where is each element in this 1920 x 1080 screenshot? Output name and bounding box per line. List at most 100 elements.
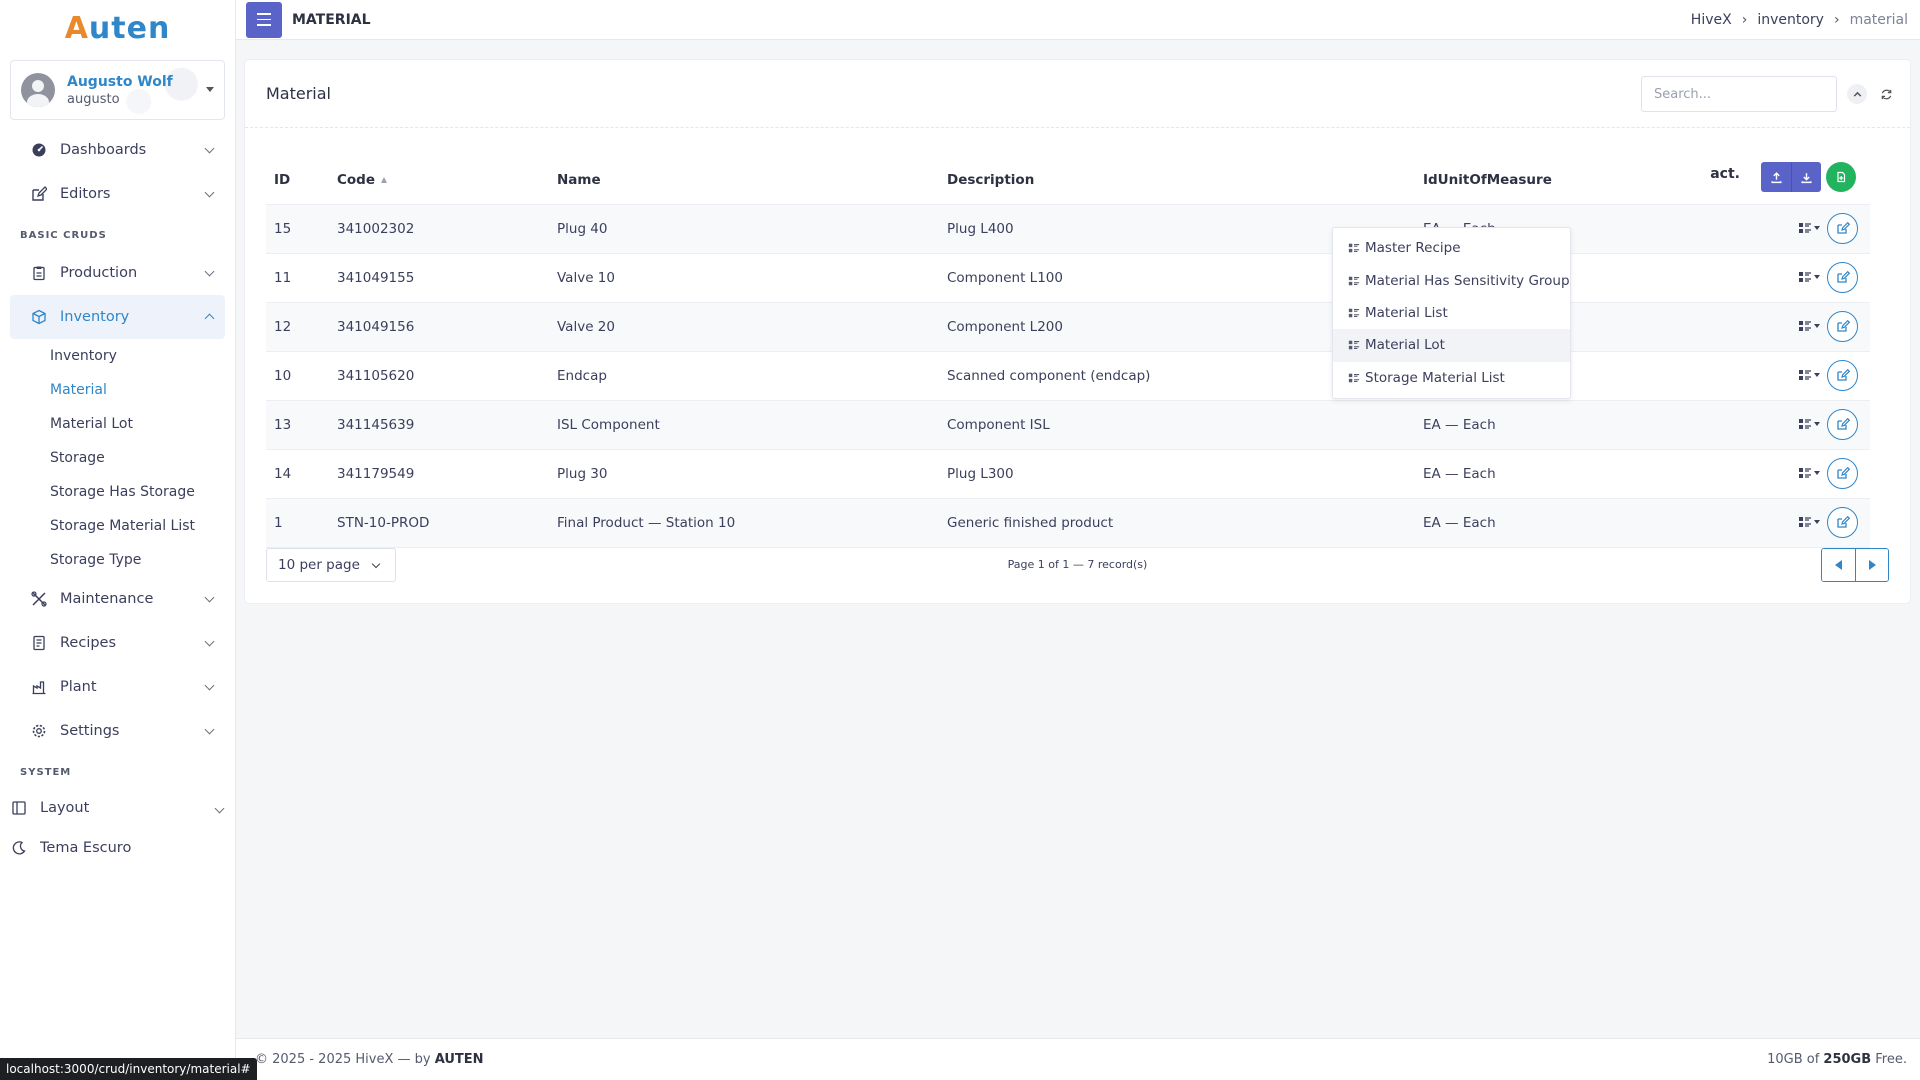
sidebar-item-settings[interactable]: Settings: [10, 709, 225, 753]
table-row[interactable]: 14 341179549 Plug 30 Plug L300 EA — Each: [266, 448, 1870, 498]
table-row[interactable]: 15341002302Plug 40Plug L400EA — Each: [266, 203, 1870, 253]
dark-theme-label: Tema Escuro: [40, 840, 132, 856]
cell-code: STN-10-PROD: [329, 497, 549, 548]
edit-icon: [1836, 368, 1850, 382]
gauge-icon: [30, 141, 48, 159]
cell-actions: [1710, 350, 1870, 400]
upload-button[interactable]: [1761, 162, 1791, 192]
sidebar-item-inventory[interactable]: Inventory: [10, 295, 225, 339]
dropdown-item[interactable]: Material Lot: [1333, 329, 1570, 362]
table-row[interactable]: 12341049156Valve 20Component L200EA — Ea…: [266, 301, 1870, 351]
dropdown-item[interactable]: Storage Material List: [1333, 362, 1570, 394]
table-row[interactable]: 11341049155Valve 10Component L100EA — Ea…: [266, 252, 1870, 302]
edit-button[interactable]: [1827, 212, 1858, 244]
sidebar-item-layout[interactable]: Layout: [0, 788, 235, 828]
edit-button[interactable]: [1827, 408, 1858, 440]
related-lists-button[interactable]: [1798, 515, 1820, 529]
sidebar-item-label: Layout: [40, 800, 90, 816]
edit-button[interactable]: [1827, 506, 1858, 538]
caret-down-icon: [1814, 323, 1820, 328]
column-header-label: Code: [337, 171, 376, 188]
storage-used: 10GB of: [1767, 1052, 1824, 1067]
sidebar-item-production[interactable]: Production: [10, 251, 225, 295]
edit-icon: [1836, 466, 1850, 480]
user-profile[interactable]: Augusto Wolf augusto: [10, 60, 225, 120]
column-header-uom[interactable]: IdUnitOfMeasure: [1415, 156, 1710, 204]
cell-code: 341145639: [329, 399, 549, 449]
sidebar-item-recipes[interactable]: Recipes: [10, 621, 225, 665]
table-row[interactable]: 1 STN-10-PROD Final Product — Station 10 Ge…: [266, 497, 1870, 548]
sidebar-item-dashboards[interactable]: Dashboards: [10, 128, 225, 172]
profile-name: Augusto Wolf: [67, 73, 173, 90]
triangle-right-icon: [1868, 560, 1876, 570]
column-header-name[interactable]: Name: [549, 156, 939, 204]
prev-page-button[interactable]: [1822, 549, 1855, 581]
cell-name: Plug 40: [549, 203, 939, 253]
refresh-icon: [1881, 89, 1891, 99]
sidebar-subitem-inventory[interactable]: Inventory: [0, 339, 235, 373]
refresh-button[interactable]: [1876, 84, 1896, 104]
next-page-button[interactable]: [1855, 549, 1888, 581]
related-lists-button[interactable]: [1798, 417, 1820, 431]
copyright: © 2025 - 2025 HiveX — by AUTEN: [255, 1052, 484, 1067]
related-lists-button[interactable]: [1798, 270, 1820, 284]
caret-down-icon: [1814, 274, 1820, 279]
logo[interactable]: Auten: [0, 0, 235, 56]
related-lists-button[interactable]: [1798, 221, 1820, 235]
dropdown-item-label: Material List: [1365, 304, 1448, 321]
breadcrumb-item[interactable]: HiveX: [1691, 12, 1732, 28]
sidebar-subitem-material[interactable]: Material: [0, 373, 235, 407]
sidebar-item-maintenance[interactable]: Maintenance: [10, 577, 225, 621]
edit-button[interactable]: [1827, 457, 1858, 489]
column-header-id[interactable]: ID: [266, 156, 329, 204]
breadcrumb: HiveX › inventory › material: [1691, 12, 1908, 28]
cell-code: 341179549: [329, 448, 549, 498]
menu-toggle-button[interactable]: [246, 1, 282, 38]
section-basic-cruds: BASIC CRUDS: [20, 230, 107, 241]
edit-button[interactable]: [1827, 359, 1858, 391]
cell-name: Plug 30: [549, 448, 939, 498]
sidebar-item-plant[interactable]: Plant: [10, 665, 225, 709]
dark-theme-toggle[interactable]: Tema Escuro: [0, 828, 235, 868]
breadcrumb-separator-icon: ›: [1833, 12, 1840, 28]
search-input[interactable]: [1641, 76, 1837, 112]
related-lists-button[interactable]: [1798, 368, 1820, 382]
list-icon: [1348, 307, 1365, 319]
dropdown-item-label: Storage Material List: [1365, 369, 1505, 386]
company-name[interactable]: AUTEN: [435, 1052, 484, 1067]
list-icon: [1348, 372, 1365, 384]
table-row[interactable]: 13 341145639 ISL Component Component ISL EA …: [266, 399, 1870, 449]
edit-button[interactable]: [1827, 261, 1858, 293]
caret-down-icon[interactable]: [206, 87, 214, 92]
column-header-description[interactable]: Description: [939, 156, 1415, 204]
cell-name: Endcap: [549, 350, 939, 400]
breadcrumb-item[interactable]: inventory: [1757, 12, 1824, 28]
sidebar-nav: Dashboards Editors BASIC CRUDS Productio…: [0, 128, 235, 868]
avatar: [21, 73, 55, 107]
dropdown-item-label: Material Has Sensitivity Group: [1365, 272, 1570, 289]
download-button[interactable]: [1791, 162, 1821, 192]
edit-button[interactable]: [1827, 310, 1858, 342]
dropdown-item[interactable]: Master Recipe: [1333, 232, 1570, 264]
column-header-code[interactable]: Code: [329, 156, 549, 204]
related-lists-button[interactable]: [1798, 466, 1820, 480]
sidebar-subitem-storage[interactable]: Storage: [0, 441, 235, 475]
collapse-button[interactable]: [1847, 84, 1867, 104]
dropdown-item[interactable]: Material List: [1333, 297, 1570, 329]
moon-icon: [10, 839, 28, 857]
related-lists-button[interactable]: [1798, 319, 1820, 333]
caret-down-icon: [1814, 421, 1820, 426]
sidebar-item-editors[interactable]: Editors: [10, 172, 225, 216]
sidebar-subitem-material-lot[interactable]: Material Lot: [0, 407, 235, 441]
sidebar-subitem-storage-type[interactable]: Storage Type: [0, 543, 235, 577]
logo-letter: A: [64, 10, 89, 46]
cell-uom: EA — Each: [1415, 497, 1710, 548]
sidebar-subitem-storage-material-list[interactable]: Storage Material List: [0, 509, 235, 543]
dropdown-item[interactable]: Material Has Sensitivity Group: [1333, 264, 1570, 296]
list-icon: [1348, 275, 1365, 287]
sidebar-subitem-storage-has-storage[interactable]: Storage Has Storage: [0, 475, 235, 509]
related-lists-dropdown: Master Recipe Material Has Sensitivity Gr…: [1332, 227, 1571, 399]
cell-id: 13: [266, 399, 329, 449]
add-record-button[interactable]: [1826, 162, 1856, 192]
table-row[interactable]: 10 341105620 Endcap Scanned component (endc…: [266, 350, 1870, 400]
